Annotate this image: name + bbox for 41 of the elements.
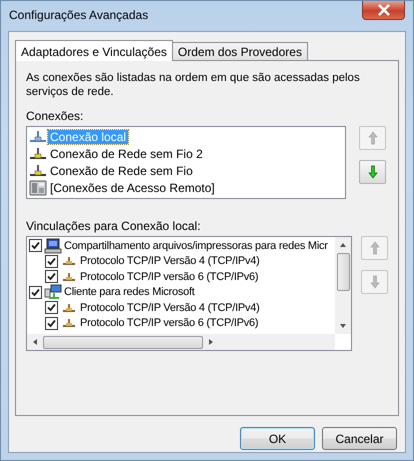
dialog-button[interactable]: Cancelar xyxy=(322,427,397,450)
checkbox[interactable] xyxy=(29,286,42,299)
tab[interactable]: Adaptadores e Vinculações xyxy=(15,40,173,61)
checkbox[interactable] xyxy=(45,316,58,330)
network-adapter-icon xyxy=(29,146,47,160)
close-button[interactable] xyxy=(362,1,405,20)
protocol-icon xyxy=(60,302,78,313)
window-title: Configurações Avançadas xyxy=(9,8,148,22)
checkbox[interactable] xyxy=(45,301,58,314)
close-icon xyxy=(376,4,390,16)
binding-item[interactable]: Protocolo TCP/IP versão 6 (TCP/IPv6) xyxy=(80,317,258,330)
connection-item[interactable]: [Conexões de Acesso Remoto] xyxy=(48,180,217,194)
protocol-icon xyxy=(60,318,78,328)
binding-item[interactable]: Cliente para redes Microsoft xyxy=(64,286,195,298)
arrow-up-icon xyxy=(370,241,380,255)
binding-item[interactable]: Protocolo TCP/IP Versão 4 (TCP/IPv4) xyxy=(80,302,260,314)
description-text: As conexões são listadas na ordem em que são acessadas pelos serviços de rede. xyxy=(26,71,361,99)
checkbox[interactable] xyxy=(45,254,58,268)
network-adapter-icon xyxy=(29,164,47,178)
horizontal-scrollbar[interactable] xyxy=(27,334,335,350)
arrow-down-icon xyxy=(368,165,378,179)
tab[interactable]: Ordem dos Provedores xyxy=(172,42,308,60)
arrow-down-icon xyxy=(370,275,380,289)
computer-icon xyxy=(44,238,62,254)
network-computers-icon xyxy=(44,284,62,300)
binding-item[interactable]: Compartilhamento arquivos/impressoras para redes Micr xyxy=(64,240,328,252)
protocol-icon xyxy=(60,256,78,266)
dialog-button[interactable]: OK xyxy=(240,427,315,450)
connection-item[interactable]: Conexão de Rede sem Fio xyxy=(48,164,195,178)
binding-item[interactable]: Protocolo TCP/IP Versão 4 (TCP/IPv4) xyxy=(80,255,260,268)
bindings-label: Vinculações para Conexão local: xyxy=(26,219,202,233)
protocol-icon xyxy=(60,272,78,282)
connections-label: Conexões: xyxy=(26,109,84,123)
move-down-button[interactable] xyxy=(359,160,386,184)
vertical-scrollbar[interactable] xyxy=(335,237,351,334)
arrow-up-icon xyxy=(368,131,378,145)
checkbox[interactable] xyxy=(29,239,42,252)
checkbox[interactable] xyxy=(45,270,58,284)
binding-item[interactable]: Protocolo TCP/IP versão 6 (TCP/IPv6) xyxy=(80,270,258,283)
network-adapter-icon xyxy=(29,130,47,144)
connection-item[interactable]: Conexão de Rede sem Fio 2 xyxy=(48,146,205,160)
